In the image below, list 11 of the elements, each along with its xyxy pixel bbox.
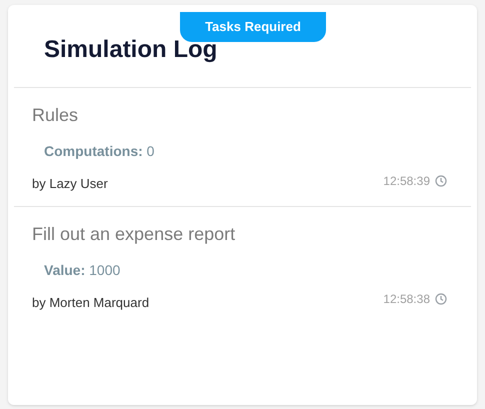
entry-time: 12:58:39 [383,172,430,190]
entry-property: Value: 1000 [44,260,122,280]
entry-author: by Morten Marquard [32,294,150,312]
clock-icon [435,174,447,187]
tasks-required-badge: Tasks Required [180,12,326,42]
entry-time: 12:58:38 [383,291,430,308]
entry-title: Fill out an expense report [32,222,236,246]
entry-title: Rules [32,104,80,127]
clock-icon [435,293,447,306]
entry-property: Computations: 0 [44,142,156,161]
entry-author: by Lazy User [32,175,108,193]
